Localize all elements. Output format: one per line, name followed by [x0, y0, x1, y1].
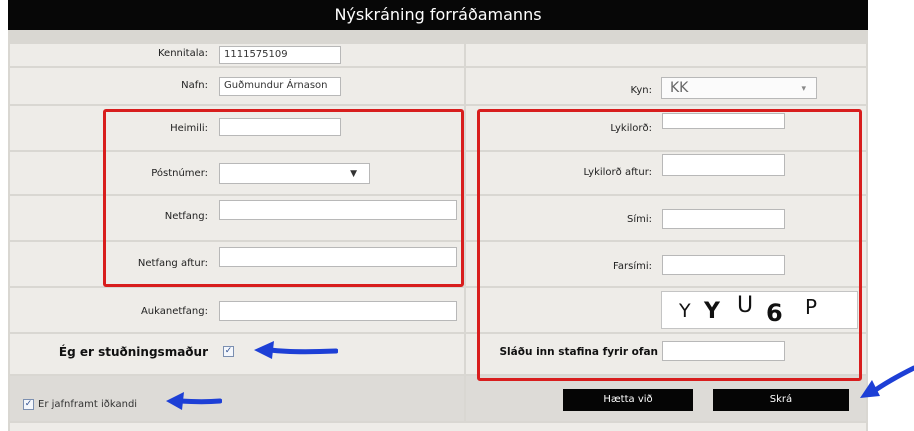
idkandi-label: Er jafnframt iðkandi: [38, 399, 138, 410]
nafn-field[interactable]: Guðmundur Árnason: [219, 77, 341, 96]
aukanetfang-label: Aukanetfang:: [140, 306, 208, 317]
kennitala-label: Kennitala:: [158, 48, 208, 59]
idkandi-checkbox[interactable]: ✓: [23, 399, 34, 410]
highlight-box-left: [103, 109, 464, 287]
page-title: Nýskráning forráðamanns: [8, 0, 868, 30]
nafn-label: Nafn:: [181, 80, 208, 91]
highlight-box-right: [477, 109, 862, 381]
row-right-empty: [466, 44, 866, 66]
kyn-label: Kyn:: [630, 85, 652, 96]
arrow-left-icon: [166, 392, 222, 410]
kyn-select[interactable]: KK ▾: [661, 77, 817, 99]
arrow-pointer-icon: [860, 365, 914, 398]
studningsmadur-checkbox[interactable]: ✓: [223, 346, 234, 357]
arrow-left-icon: [254, 341, 338, 359]
footer-strip: [10, 423, 866, 431]
submit-button[interactable]: Skrá: [713, 389, 849, 411]
kennitala-field[interactable]: 1111575109: [219, 46, 341, 64]
aukanetfang-field[interactable]: [219, 301, 457, 321]
chevron-down-icon: ▾: [801, 84, 806, 94]
cancel-button[interactable]: Hætta við: [563, 389, 693, 411]
kyn-value: KK: [670, 80, 689, 96]
studningsmadur-label: Ég er stuðningsmaður: [58, 345, 208, 359]
